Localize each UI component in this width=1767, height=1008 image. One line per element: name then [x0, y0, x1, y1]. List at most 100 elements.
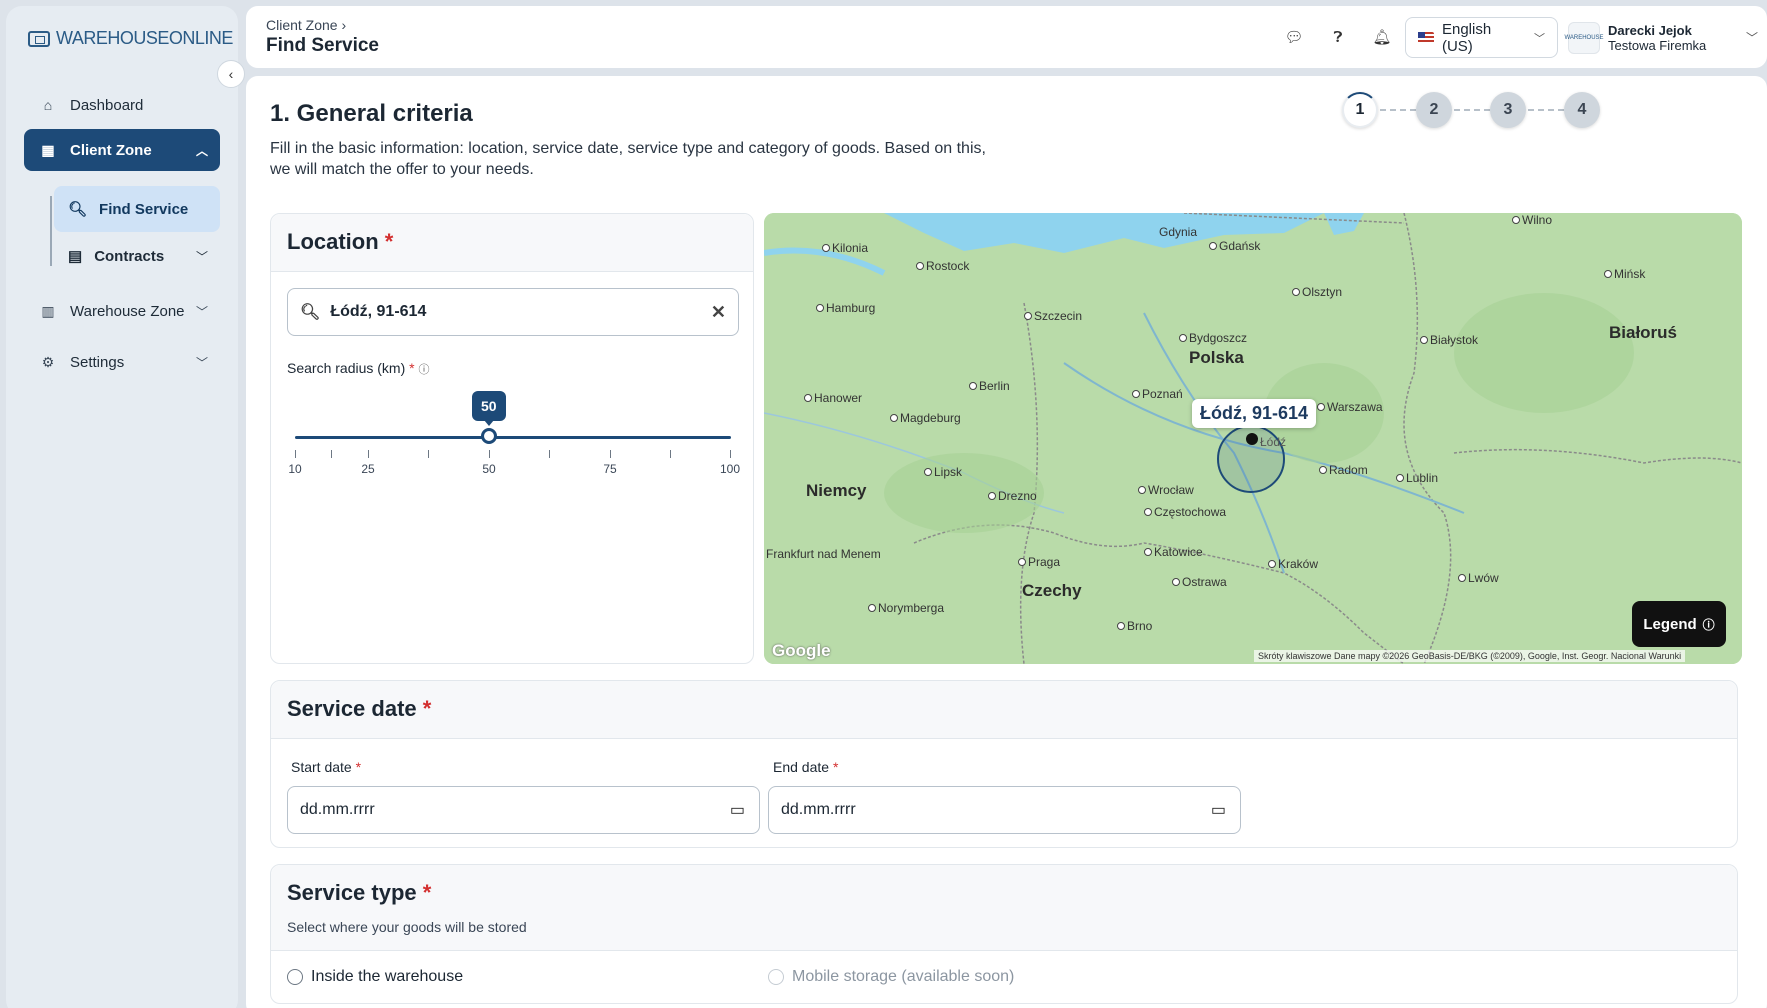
gear-icon: ⚙	[41, 353, 55, 370]
calendar-icon[interactable]: ▭	[730, 800, 745, 820]
map-city-label: Rostock	[916, 259, 969, 273]
chevron-up-icon: ︿	[195, 143, 208, 158]
calendar-icon[interactable]: ▭	[1211, 800, 1226, 820]
map-city-label: Wilno	[1512, 213, 1552, 227]
map-city-label: Ostrawa	[1172, 575, 1227, 589]
end-date-input[interactable]: dd.mm.rrrr ▭	[768, 786, 1241, 834]
map-city-label: Warszawa	[1317, 400, 1383, 414]
map-attribution[interactable]: Skróty klawiszowe Dane mapy ©2026 GeoBas…	[1254, 650, 1686, 662]
breadcrumb[interactable]: Client Zone ›	[266, 17, 346, 33]
collapse-sidebar-button[interactable]: ‹	[217, 60, 245, 88]
start-date-label: Start date *	[291, 759, 361, 775]
sidebar-item-warehouse-zone[interactable]: ▥ Warehouse Zone ﹀	[24, 290, 220, 332]
chevron-left-icon: ‹	[228, 66, 234, 82]
required-mark: *	[422, 880, 432, 905]
start-date-input[interactable]: dd.mm.rrrr ▭	[287, 786, 760, 834]
card-header: Service type * Select where your goods w…	[271, 865, 1737, 951]
radio-mobile-storage: Mobile storage (available soon)	[768, 968, 1014, 986]
map-city-label: Bydgoszcz	[1179, 331, 1247, 345]
required-mark: *	[832, 759, 839, 775]
search-radius-label: Search radius (km) * ⓘ	[287, 360, 430, 377]
map-city-label: Praga	[1018, 555, 1060, 569]
map-city-label: Berlin	[969, 379, 1010, 393]
service-type-card: Service type * Select where your goods w…	[270, 864, 1738, 1004]
radius-slider-thumb[interactable]	[480, 428, 497, 444]
section-title: 1. General criteria	[270, 100, 473, 127]
location-search-input[interactable]: 🔍︎ Łódź, 91-614 ✕	[287, 288, 739, 336]
radio-label: Inside the warehouse	[311, 968, 464, 985]
warehouse-logo-icon	[28, 30, 50, 47]
step-3[interactable]: 3	[1490, 92, 1526, 128]
label-text: Start date	[291, 759, 352, 775]
search-icon: 🔍︎	[300, 304, 321, 321]
user-name: Darecki Jejok	[1608, 22, 1692, 38]
map-country-label: Niemcy	[806, 481, 867, 500]
step-4[interactable]: 4	[1564, 92, 1600, 128]
avatar: WAREHOUSE	[1564, 21, 1604, 54]
location-map[interactable]: Polska Niemcy Czechy Białoruś Gdańsk Gdy…	[764, 213, 1742, 664]
us-flag-icon	[1418, 31, 1434, 44]
google-logo: Google	[772, 641, 831, 660]
map-city-label: Katowice	[1144, 545, 1203, 559]
brand-logo-text: WAREHOUSEONLINE	[56, 28, 233, 48]
sidebar-item-dashboard[interactable]: ⌂ Dashboard	[24, 84, 220, 126]
step-1[interactable]: 1	[1342, 92, 1378, 128]
step-2[interactable]: 2	[1416, 92, 1452, 128]
brand-logo[interactable]: WAREHOUSEONLINE	[28, 28, 233, 49]
slider-tick	[428, 450, 429, 458]
radius-value-bubble: 50	[471, 391, 506, 426]
date-placeholder: dd.mm.rrrr	[300, 801, 375, 818]
sidebar-item-client-zone[interactable]: ▦ Client Zone ︿	[24, 129, 220, 171]
map-city-label: Norymberga	[868, 601, 944, 615]
map-city-label: Hamburg	[816, 301, 875, 315]
step-connector	[1380, 109, 1416, 111]
map-city-label: Magdeburg	[890, 411, 961, 425]
radio-inside-warehouse[interactable]: Inside the warehouse	[287, 968, 463, 986]
map-city-label: Brno	[1117, 619, 1152, 633]
map-city-label: Hanower	[804, 391, 862, 405]
sidebar-item-label: Dashboard	[70, 96, 144, 114]
sidebar-item-label: Client Zone	[70, 141, 152, 159]
map-city-label: Lublin	[1396, 471, 1438, 485]
map-city-label: Białystok	[1420, 333, 1478, 347]
map-city-label: Gdańsk	[1209, 239, 1260, 253]
step-connector	[1528, 109, 1564, 111]
help-icon[interactable]: ❓︎	[1328, 28, 1348, 48]
sidebar-item-find-service[interactable]: 🔍︎ Find Service	[54, 186, 220, 232]
user-company: Testowa Firemka	[1608, 37, 1707, 53]
service-type-title: Service type *	[287, 880, 431, 906]
slider-tick	[295, 450, 296, 458]
required-mark: *	[355, 759, 362, 775]
map-city-label: Radom	[1319, 463, 1368, 477]
sidebar-item-settings[interactable]: ⚙ Settings ﹀	[24, 341, 220, 383]
user-menu[interactable]: WAREHOUSE Darecki Jejok Testowa Firemka …	[1564, 17, 1758, 58]
sidebar-item-label: Contracts	[94, 247, 165, 265]
language-select[interactable]: English (US) ﹀	[1405, 17, 1558, 58]
radio-button	[768, 969, 784, 985]
document-icon: ▤	[68, 248, 83, 265]
location-title: Location *	[287, 229, 393, 255]
breadcrumb-item[interactable]: Client Zone	[266, 17, 338, 33]
radius-slider-track[interactable]	[295, 436, 731, 439]
map-legend-button[interactable]: Legend ⓘ	[1632, 601, 1726, 647]
radio-button[interactable]	[287, 969, 303, 985]
map-city-label: Frankfurt nad Menem	[766, 547, 881, 561]
slider-tick	[610, 450, 611, 458]
info-icon[interactable]: ⓘ	[419, 364, 430, 376]
bell-icon[interactable]: 🔔︎	[1372, 28, 1392, 48]
close-icon[interactable]: ✕	[711, 302, 726, 323]
slider-tick	[489, 450, 490, 458]
required-mark: *	[409, 360, 415, 376]
required-mark: *	[384, 229, 394, 254]
sidebar-item-label: Find Service	[99, 200, 189, 218]
step-connector	[1454, 109, 1490, 111]
sidebar-item-label: Settings	[70, 353, 125, 371]
date-placeholder: dd.mm.rrrr	[781, 801, 856, 818]
chat-icon[interactable]: 💬︎	[1284, 28, 1304, 48]
radius-label-text: Search radius (km)	[287, 360, 406, 376]
location-pin-icon[interactable]	[1246, 433, 1258, 445]
map-city-label: Kraków	[1268, 557, 1318, 571]
page-title: Find Service	[266, 35, 379, 56]
sidebar-item-contracts[interactable]: ▤ Contracts ﹀	[54, 233, 220, 279]
label-text: End date	[773, 759, 830, 775]
